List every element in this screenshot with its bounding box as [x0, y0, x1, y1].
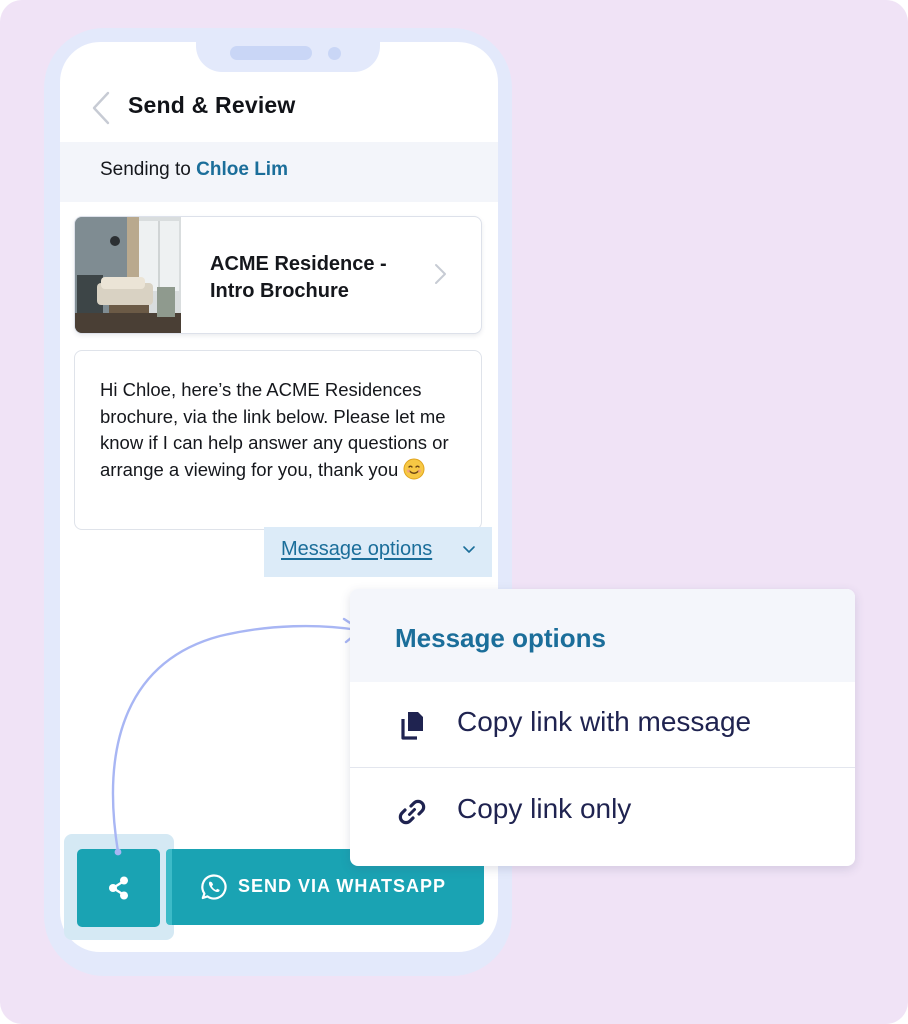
recipient-name: Chloe Lim	[196, 159, 288, 180]
chevron-right-icon[interactable]	[432, 262, 448, 286]
chevron-left-icon[interactable]	[88, 90, 114, 126]
page-title: Send & Review	[128, 92, 296, 118]
send-button-label: SEND VIA WHATSAPP	[238, 876, 447, 896]
share-icon	[109, 876, 128, 900]
smiling-face-emoji	[403, 458, 425, 479]
link-icon	[398, 799, 426, 825]
brochure-title[interactable]: ACME Residence - Intro Brochure	[210, 251, 430, 305]
menu-item-copy-link-only[interactable]: Copy link only	[350, 769, 855, 855]
chevron-down-icon[interactable]	[462, 545, 476, 555]
whatsapp-icon	[201, 874, 227, 900]
phone-camera	[328, 47, 341, 60]
menu-item-label: Copy link only	[457, 793, 632, 824]
share-button[interactable]	[77, 849, 160, 927]
brochure-thumbnail	[75, 217, 181, 333]
message-text[interactable]: Hi Chloe, here’s the ACME Residences bro…	[100, 377, 470, 483]
message-options-label[interactable]: Message options	[281, 538, 432, 561]
menu-header: Message options	[350, 589, 855, 682]
menu-item-label: Copy link with message	[457, 706, 752, 737]
recipient-line: Sending to Chloe Lim	[100, 159, 288, 181]
phone-speaker	[230, 46, 312, 60]
recipient-prefix: Sending to	[100, 159, 197, 180]
message-body: Hi Chloe, here’s the ACME Residences bro…	[100, 379, 449, 480]
message-options-menu: Message options Copy link with message C…	[350, 589, 855, 866]
menu-item-copy-link-with-message[interactable]: Copy link with message	[350, 682, 855, 768]
menu-title: Message options	[395, 623, 606, 653]
copy-icon	[401, 712, 423, 740]
